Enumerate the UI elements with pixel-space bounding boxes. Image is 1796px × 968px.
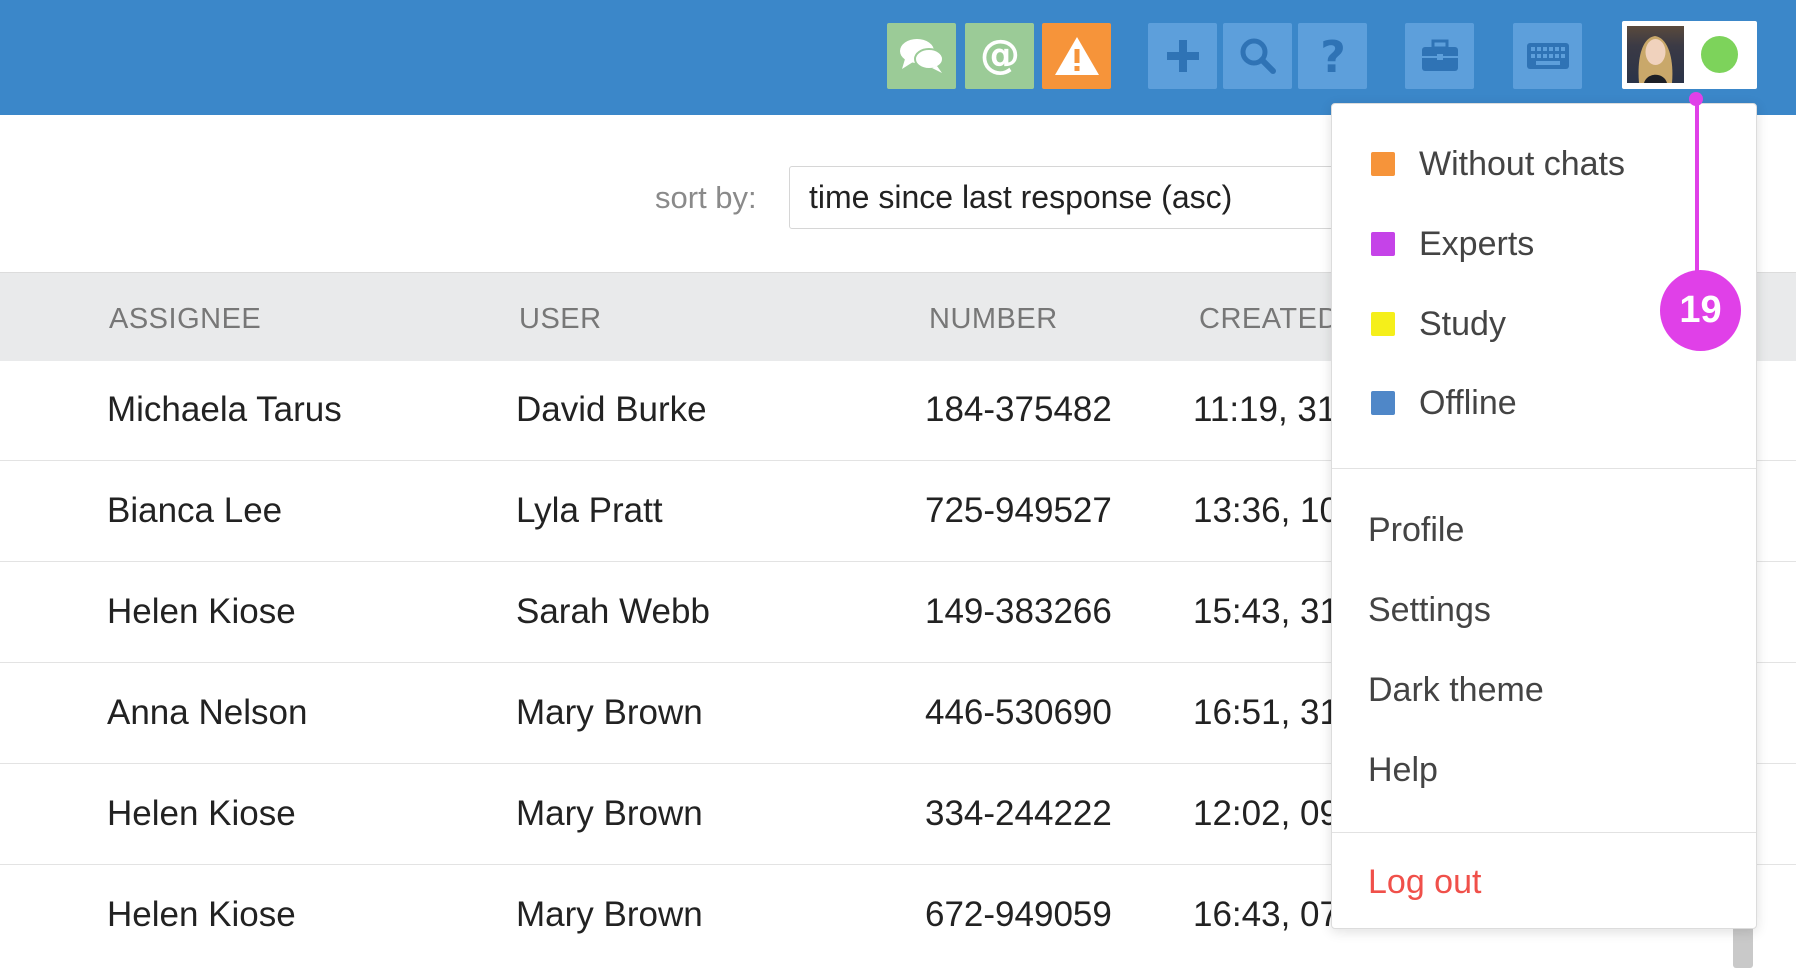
status-without-chats[interactable]: Without chats	[1332, 134, 1756, 194]
header-assignee[interactable]: ASSIGNEE	[109, 303, 261, 336]
cell-assignee: Helen Kiose	[107, 794, 296, 833]
header-created[interactable]: CREATED	[1199, 303, 1339, 336]
help-button[interactable]: ?	[1298, 23, 1367, 89]
cell-number: 184-375482	[925, 390, 1112, 429]
status-label: Study	[1419, 304, 1506, 343]
cell-number: 672-949059	[925, 895, 1112, 934]
cell-number: 149-383266	[925, 592, 1112, 631]
status-experts[interactable]: Experts	[1332, 214, 1756, 274]
cell-assignee: Bianca Lee	[107, 491, 283, 530]
cell-number: 725-949527	[925, 491, 1112, 530]
warning-icon	[1054, 37, 1099, 75]
cell-user: Lyla Pratt	[516, 491, 663, 530]
status-color-swatch	[1371, 152, 1395, 176]
user-menu-toggle[interactable]	[1622, 21, 1757, 89]
cell-assignee: Helen Kiose	[107, 592, 296, 631]
sort-select[interactable]: time since last response (asc)	[789, 166, 1349, 229]
cell-assignee: Anna Nelson	[107, 693, 308, 732]
alerts-button[interactable]	[1042, 23, 1111, 89]
mentions-button[interactable]: @	[965, 23, 1034, 89]
annotation-badge: 19	[1660, 270, 1741, 351]
cell-created: 16:51, 31	[1193, 693, 1339, 732]
status-label: Offline	[1419, 383, 1517, 422]
chat-bubbles-icon	[899, 39, 944, 73]
status-offline[interactable]: Offline	[1332, 373, 1756, 433]
cell-created: 11:19, 31	[1193, 390, 1337, 429]
cell-number: 334-244222	[925, 794, 1112, 833]
header-number[interactable]: NUMBER	[929, 303, 1058, 336]
cell-number: 446-530690	[925, 693, 1112, 732]
search-button[interactable]	[1223, 23, 1292, 89]
cell-created: 15:43, 31	[1193, 592, 1339, 631]
cell-user: David Burke	[516, 390, 707, 429]
status-color-swatch	[1371, 391, 1395, 415]
search-icon	[1240, 38, 1276, 74]
menu-item-dark-theme[interactable]: Dark theme	[1332, 660, 1792, 720]
top-bar: @ ?	[0, 0, 1796, 115]
cell-user: Mary Brown	[516, 794, 703, 833]
briefcase-icon	[1421, 39, 1458, 71]
status-color-swatch	[1371, 312, 1395, 336]
user-dropdown-menu: Without chats Experts Study Offline Prof…	[1331, 103, 1757, 929]
menu-divider	[1332, 832, 1756, 833]
menu-item-help[interactable]: Help	[1332, 740, 1792, 800]
status-label: Without chats	[1419, 144, 1625, 183]
avatar	[1627, 26, 1684, 83]
briefcase-button[interactable]	[1405, 23, 1474, 89]
menu-divider	[1332, 468, 1756, 469]
cell-user: Sarah Webb	[516, 592, 710, 631]
sort-label: sort by:	[655, 180, 757, 215]
status-color-swatch	[1371, 232, 1395, 256]
cell-created: 13:36, 10	[1193, 491, 1339, 530]
cell-assignee: Michaela Tarus	[107, 390, 342, 429]
add-button[interactable]	[1148, 23, 1217, 89]
cell-created: 12:02, 09	[1193, 794, 1339, 833]
online-status-dot	[1701, 36, 1738, 73]
menu-item-profile[interactable]: Profile	[1332, 500, 1792, 560]
keyboard-icon	[1526, 43, 1569, 69]
svg-text:?: ?	[1320, 34, 1346, 78]
chats-button[interactable]	[887, 23, 956, 89]
help-icon: ?	[1320, 34, 1346, 78]
cell-assignee: Helen Kiose	[107, 895, 296, 934]
plus-icon	[1166, 40, 1199, 72]
menu-item-logout[interactable]: Log out	[1332, 852, 1792, 912]
header-user[interactable]: USER	[519, 303, 602, 336]
svg-text:@: @	[980, 34, 1020, 78]
cell-user: Mary Brown	[516, 895, 703, 934]
menu-item-settings[interactable]: Settings	[1332, 580, 1792, 640]
status-label: Experts	[1419, 224, 1535, 263]
cell-created: 16:43, 07	[1193, 895, 1339, 934]
at-mention-icon: @	[980, 34, 1020, 78]
keyboard-button[interactable]	[1513, 23, 1582, 89]
cell-user: Mary Brown	[516, 693, 703, 732]
